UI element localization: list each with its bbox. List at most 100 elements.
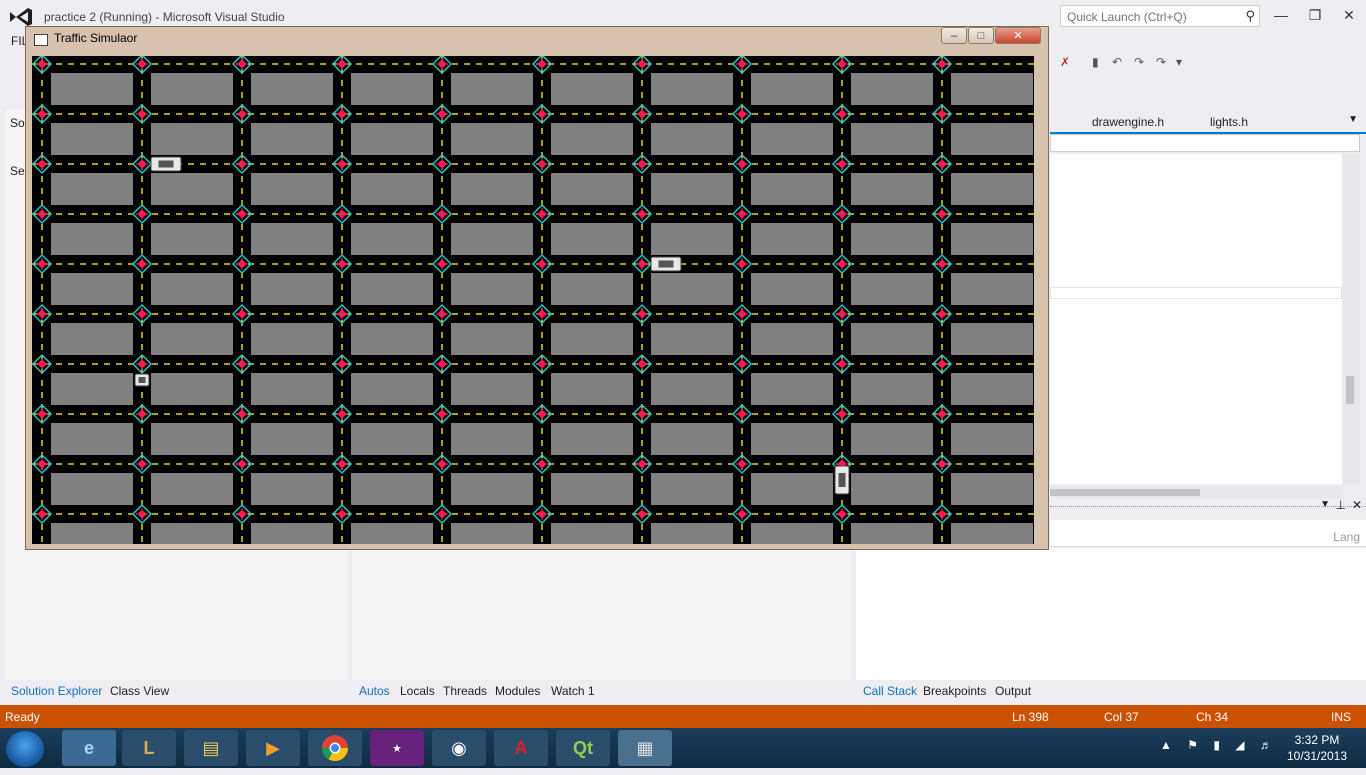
network-icon[interactable]: ◢ xyxy=(1235,738,1244,752)
search-icon[interactable]: ⚲ xyxy=(1245,8,1255,24)
volume-icon[interactable]: ♬ xyxy=(1260,738,1272,752)
city-block xyxy=(451,273,533,305)
city-block xyxy=(951,173,1033,205)
city-block xyxy=(951,373,1033,405)
car-windshield xyxy=(658,260,674,268)
city-block xyxy=(451,123,533,155)
adobe-reader-icon[interactable]: A xyxy=(494,730,548,766)
restore-button[interactable]: ❐ xyxy=(1300,6,1330,24)
city-block xyxy=(751,323,833,355)
status-bar: Ready Ln 398 Col 37 Ch 34 INS xyxy=(0,705,1366,728)
internet-explorer-icon[interactable]: e xyxy=(62,730,116,766)
city-block xyxy=(51,423,133,455)
call-stack-header: Lang xyxy=(1050,520,1366,547)
qt-creator-icon[interactable]: Qt xyxy=(556,730,610,766)
horizontal-scroll-thumb[interactable] xyxy=(1050,489,1200,496)
city-block xyxy=(151,523,233,544)
taskbar-clock[interactable]: 3:32 PM 10/31/2013 xyxy=(1282,732,1352,764)
tab-output[interactable]: Output xyxy=(992,682,1034,700)
panel-dropdown-icon[interactable]: ▼ xyxy=(1320,499,1330,510)
vertical-scroll-thumb[interactable] xyxy=(1346,376,1354,404)
quick-launch-input[interactable] xyxy=(1065,7,1239,27)
tab-threads[interactable]: Threads xyxy=(440,682,490,700)
city-block xyxy=(551,423,633,455)
city-block xyxy=(851,73,933,105)
city-block xyxy=(251,323,333,355)
city-block xyxy=(851,223,933,255)
city-block xyxy=(751,373,833,405)
vertical-scrollbar[interactable] xyxy=(1342,154,1360,484)
city-block xyxy=(151,323,233,355)
traffic-maximize-button[interactable]: □ xyxy=(968,27,994,44)
battery-icon[interactable]: ▮ xyxy=(1213,738,1220,752)
solution-explorer-body xyxy=(6,548,348,680)
tab-class-view[interactable]: Class View xyxy=(107,682,172,700)
bookmark-clear-icon[interactable]: ✗ xyxy=(1060,55,1070,69)
city-block xyxy=(551,73,633,105)
traffic-simulator-taskbar-icon[interactable]: ▦ xyxy=(618,730,672,766)
city-block xyxy=(551,123,633,155)
city-block xyxy=(351,423,433,455)
tab-solution-explorer[interactable]: Solution Explorer xyxy=(8,682,105,700)
traffic-close-button[interactable]: ✕ xyxy=(995,27,1041,44)
tab-call-stack[interactable]: Call Stack xyxy=(860,682,920,700)
status-col: Col 37 xyxy=(1104,710,1139,724)
start-button[interactable] xyxy=(6,731,44,767)
city-block xyxy=(351,373,433,405)
chrome-icon[interactable] xyxy=(308,730,362,766)
city-block xyxy=(851,423,933,455)
city-block xyxy=(251,223,333,255)
city-block xyxy=(151,173,233,205)
city-block xyxy=(651,223,733,255)
city-block xyxy=(351,123,433,155)
traffic-minimize-button[interactable]: – xyxy=(941,27,967,44)
tabs-dropdown-icon[interactable]: ▼ xyxy=(1348,114,1358,125)
panel-close-icon[interactable]: ✕ xyxy=(1352,498,1362,512)
visual-studio-logo-icon xyxy=(10,8,32,26)
city-block xyxy=(251,373,333,405)
city-block xyxy=(451,323,533,355)
visual-studio-taskbar-icon[interactable]: ⋆ xyxy=(370,730,424,766)
prev-bookmark-icon[interactable]: ↶ xyxy=(1112,55,1122,69)
close-button[interactable]: ✕ xyxy=(1334,6,1364,24)
tab-lights-h[interactable]: lights.h xyxy=(1210,115,1248,129)
tab-breakpoints[interactable]: Breakpoints xyxy=(920,682,989,700)
minimize-button[interactable]: — xyxy=(1266,6,1296,24)
simulation-canvas[interactable] xyxy=(32,56,1034,544)
autos-panel xyxy=(352,548,850,680)
city-block xyxy=(651,373,733,405)
bookmark-icon[interactable]: ▮ xyxy=(1092,55,1099,69)
app-window-icon xyxy=(34,34,48,46)
tab-autos[interactable]: Autos xyxy=(356,682,393,700)
league-of-legends-icon[interactable]: L xyxy=(122,730,176,766)
pin-icon[interactable]: ⊥ xyxy=(1336,498,1346,512)
navigation-dropdown[interactable] xyxy=(1050,134,1360,152)
city-block xyxy=(451,173,533,205)
document-viewer-icon[interactable]: ◉ xyxy=(432,730,486,766)
clock-date: 10/31/2013 xyxy=(1286,749,1348,763)
city-block xyxy=(751,423,833,455)
next-bookmark-icon[interactable]: ↷ xyxy=(1134,55,1144,69)
status-mode: INS xyxy=(1331,710,1352,724)
city-block xyxy=(651,323,733,355)
tab-watch-1[interactable]: Watch 1 xyxy=(548,682,598,700)
city-block xyxy=(551,373,633,405)
quick-launch-box[interactable]: ⚲ xyxy=(1060,5,1260,27)
city-block xyxy=(51,73,133,105)
file-explorer-icon[interactable]: ▤ xyxy=(184,730,238,766)
code-editor[interactable] xyxy=(1050,154,1342,484)
car-windshield xyxy=(838,473,846,487)
tab-locals[interactable]: Locals xyxy=(397,682,438,700)
city-block xyxy=(651,273,733,305)
media-player-icon[interactable]: ▶ xyxy=(246,730,300,766)
action-center-icon[interactable]: ⚑ xyxy=(1187,738,1198,752)
tray-expand-icon[interactable]: ▲ xyxy=(1160,738,1172,752)
tab-drawengine-h[interactable]: drawengine.h xyxy=(1092,115,1164,129)
city-block xyxy=(351,173,433,205)
tab-modules[interactable]: Modules xyxy=(492,682,543,700)
city-block xyxy=(51,373,133,405)
toolbar-overflow-icon[interactable]: ▾ xyxy=(1176,55,1182,69)
city-block xyxy=(151,473,233,505)
status-line: Ln 398 xyxy=(1012,710,1049,724)
next-bookmark-folder-icon[interactable]: ↷ xyxy=(1156,55,1166,69)
